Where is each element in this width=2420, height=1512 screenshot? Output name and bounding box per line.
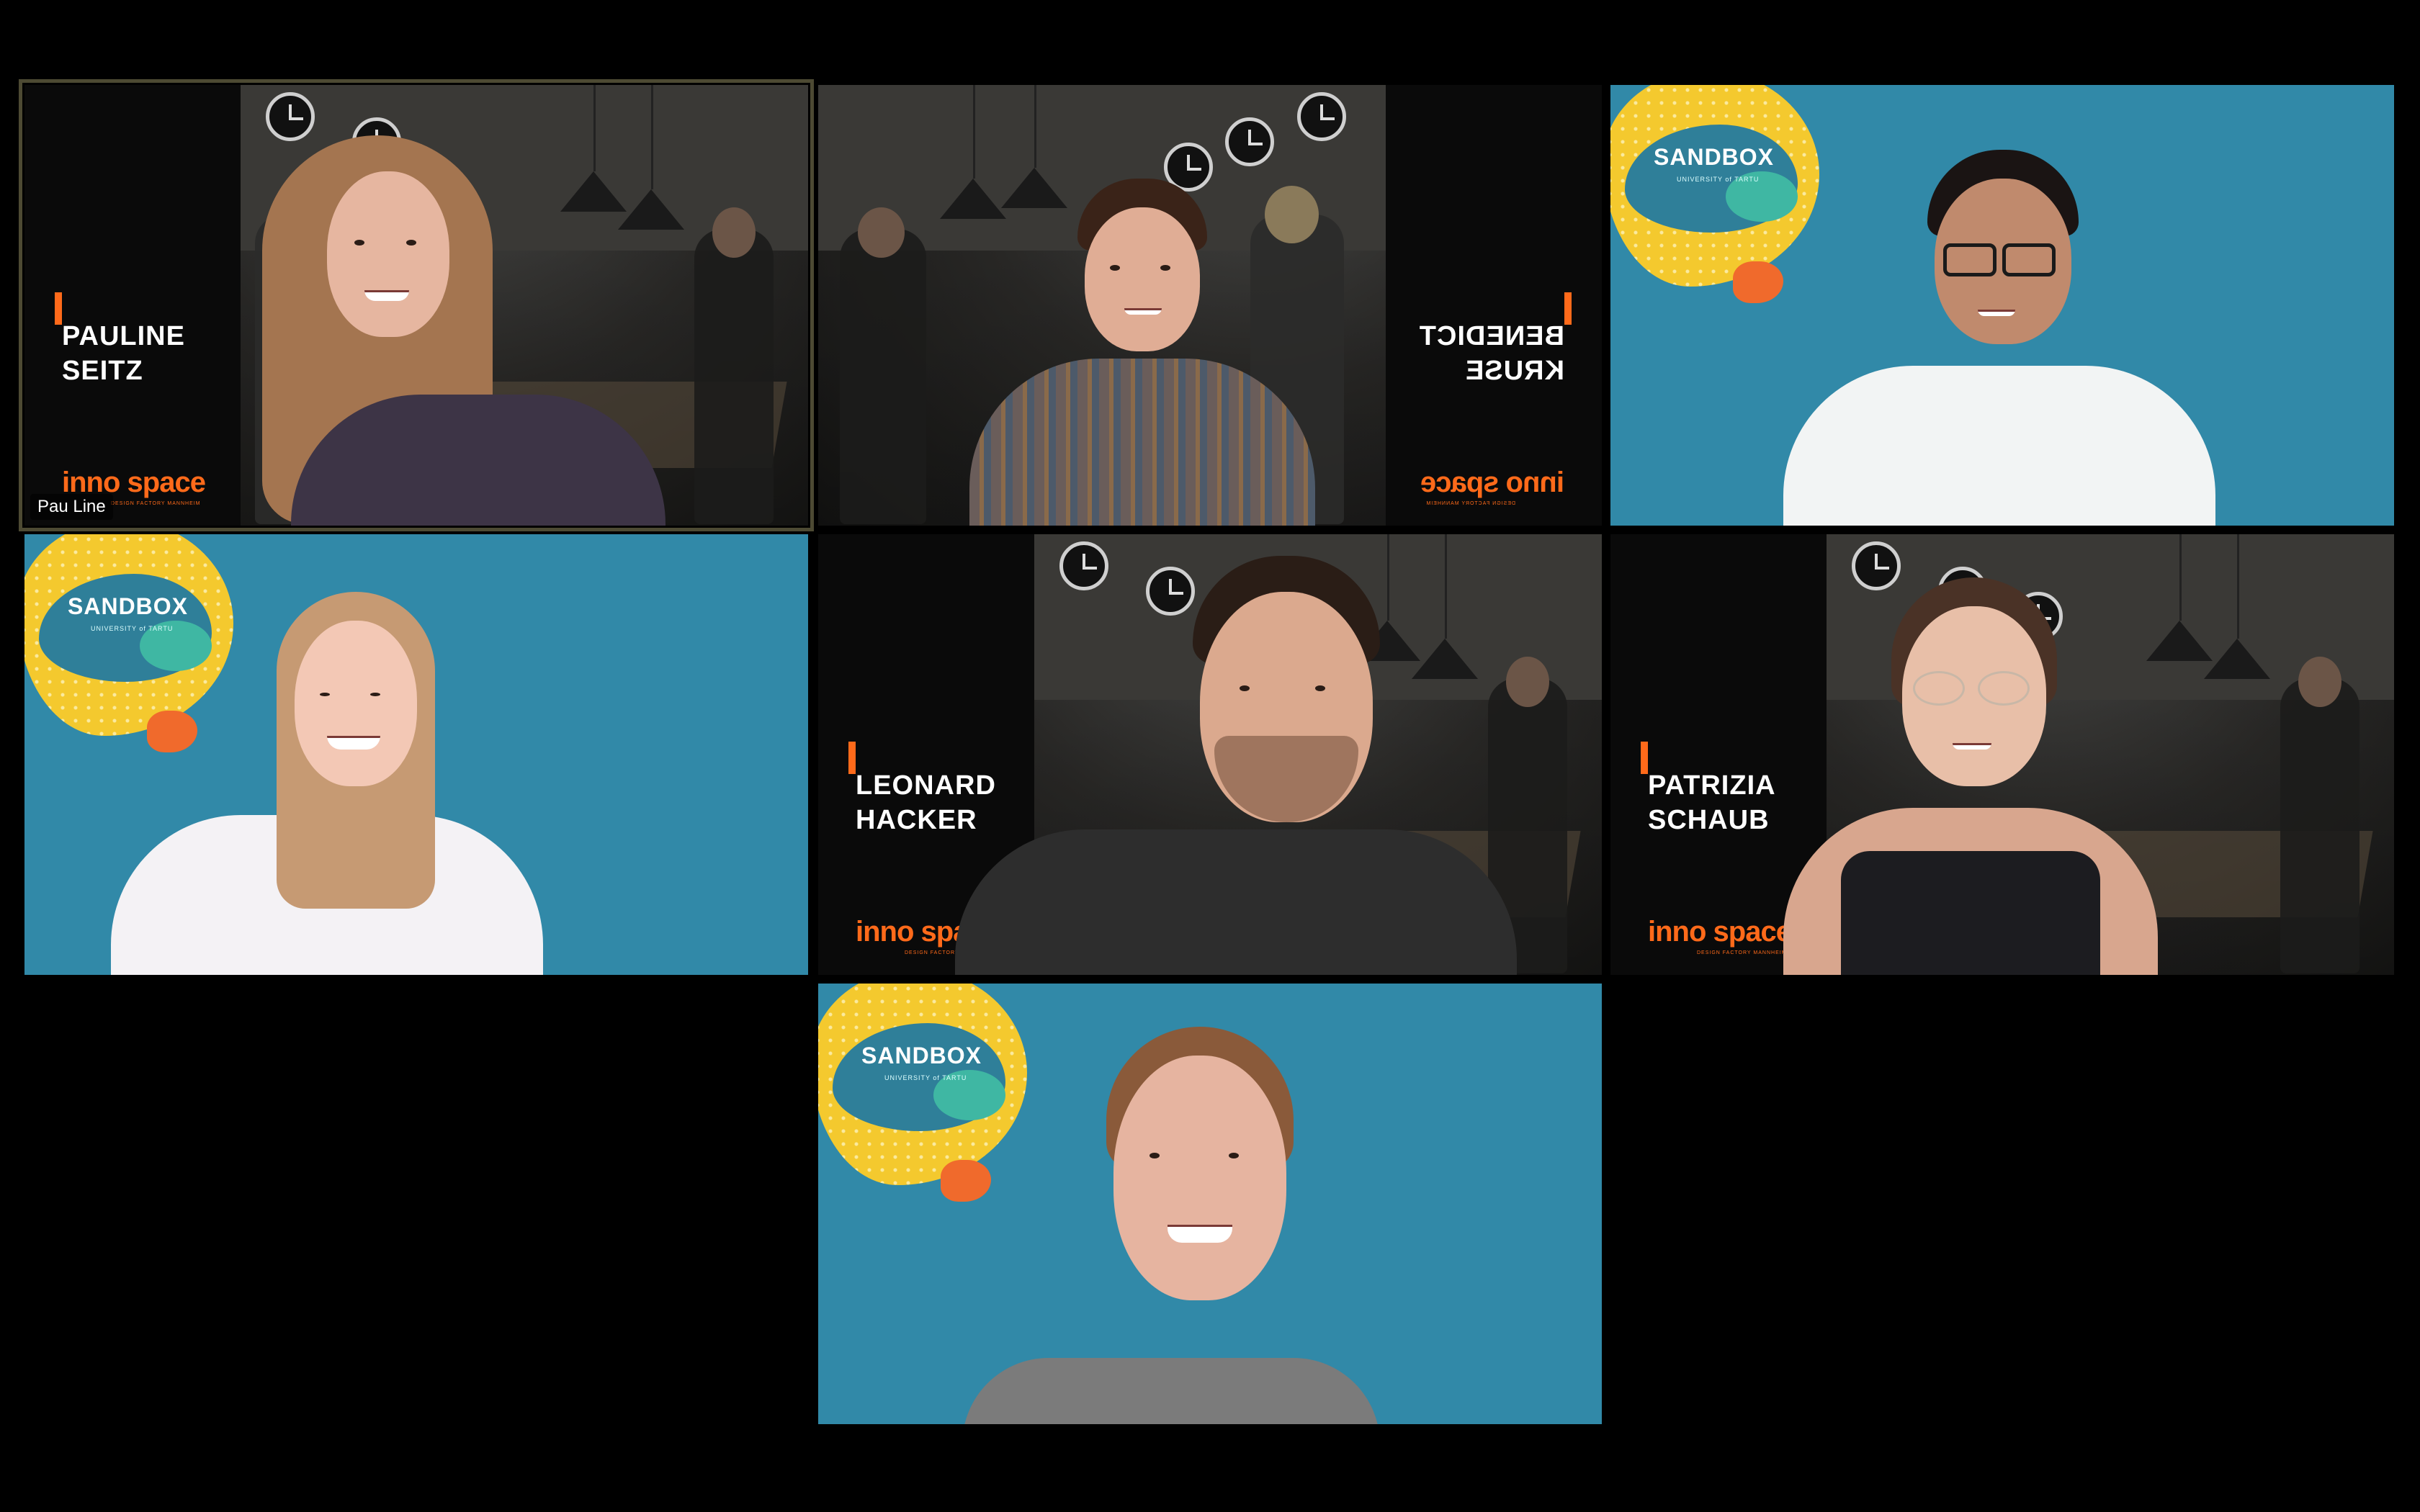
glasses	[1913, 671, 1965, 706]
clock-icon	[266, 92, 315, 141]
overlay-last-name: SCHAUB	[1648, 805, 1770, 835]
overlay-last-name: KRUSE	[1464, 356, 1564, 386]
lamp-icon	[2146, 621, 2213, 661]
video-tile-participant-4[interactable]: SANDBOX UNIVERSITY of TARTU	[24, 534, 808, 975]
video-tile-pauline-seitz[interactable]: PAULINE SEITZ inno space DESIGN FACTORY …	[19, 79, 814, 531]
overlay-last-name: SEITZ	[62, 356, 143, 386]
overlay-first-name: PAULINE	[62, 321, 185, 351]
clock-icon	[1146, 567, 1195, 616]
participant-name-label: Pau Line	[30, 494, 113, 520]
innospace-logo-sub: DESIGN FACTORY MANNHEIM	[1425, 501, 1515, 506]
glasses	[2002, 243, 2056, 276]
sandbox-logo: SANDBOX	[1654, 144, 1775, 170]
innospace-logo-sub: DESIGN FACTORY MANNHEIM	[111, 501, 201, 506]
sandbox-orange-blob	[147, 711, 197, 752]
innospace-logo: inno space	[1421, 467, 1564, 498]
lamp-icon	[940, 179, 1006, 219]
overlay-first-name: BENEDICT	[1418, 321, 1564, 351]
lamp-icon	[618, 189, 684, 230]
overlay-first-name: PATRIZIA	[1648, 770, 1776, 801]
video-tile-participant-3[interactable]: SANDBOX UNIVERSITY of TARTU	[1610, 85, 2394, 526]
clock-icon	[1225, 117, 1274, 166]
video-tile-leonard-hacker[interactable]: LEONARD HACKER inno space DESIGN FACTORY…	[818, 534, 1602, 975]
sandbox-orange-blob	[1733, 261, 1783, 303]
video-tile-benedict-kruse[interactable]: BENEDICT KRUSE inno space DESIGN FACTORY…	[818, 85, 1602, 526]
orange-dash-icon	[1641, 742, 1648, 774]
innospace-logo: inno space	[1648, 916, 1792, 948]
lamp-icon	[2204, 639, 2270, 679]
lamp-icon	[1412, 639, 1478, 679]
overlay-last-name: HACKER	[856, 805, 977, 835]
clock-icon	[1297, 92, 1346, 141]
sandbox-logo: SANDBOX	[68, 593, 189, 619]
glasses	[1943, 243, 1996, 276]
video-tile-patrizia-schaub[interactable]: PATRIZIA SCHAUB inno space DESIGN FACTOR…	[1610, 534, 2394, 975]
clock-icon	[1852, 541, 1901, 590]
sandbox-logo-sub: UNIVERSITY of TARTU	[91, 625, 174, 632]
overlay-first-name: LEONARD	[856, 770, 996, 801]
lamp-icon	[1001, 168, 1067, 208]
sandbox-logo: SANDBOX	[861, 1043, 982, 1068]
orange-dash-icon	[1564, 292, 1572, 325]
innospace-logo-sub: DESIGN FACTORY MANNHEIM	[1697, 950, 1787, 955]
glasses	[1978, 671, 2030, 706]
sandbox-orange-blob	[941, 1160, 991, 1202]
orange-dash-icon	[848, 742, 856, 774]
lamp-icon	[560, 171, 627, 212]
orange-dash-icon	[55, 292, 62, 325]
clock-icon	[1059, 541, 1108, 590]
video-tile-participant-7[interactable]: SANDBOX UNIVERSITY of TARTU	[818, 984, 1602, 1424]
sandbox-logo-sub: UNIVERSITY of TARTU	[884, 1074, 967, 1081]
sandbox-logo-sub: UNIVERSITY of TARTU	[1677, 176, 1760, 183]
